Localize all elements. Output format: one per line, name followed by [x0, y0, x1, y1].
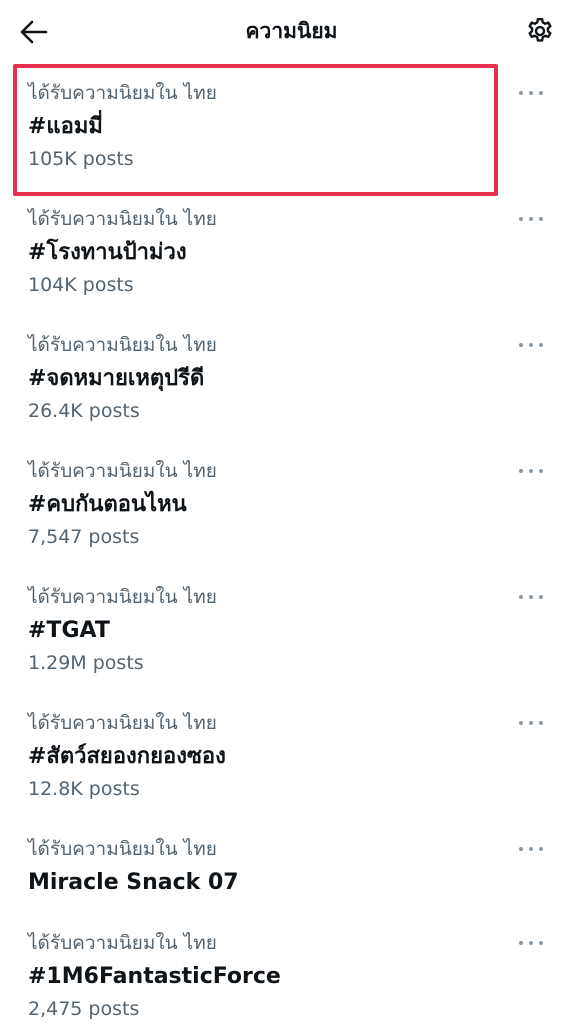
more-dot-icon [539, 595, 543, 599]
more-dot-icon [519, 469, 523, 473]
trend-post-count: 7,547 posts [28, 526, 140, 548]
more-options-button[interactable] [519, 338, 543, 352]
trend-name: #1M6FantasticForce [28, 964, 281, 989]
more-dot-icon [539, 941, 543, 945]
trend-post-count: 105K posts [28, 148, 134, 170]
more-dot-icon [539, 469, 543, 473]
trend-name: #TGAT [28, 618, 110, 643]
more-dot-icon [519, 941, 523, 945]
more-options-button[interactable] [519, 212, 543, 226]
trend-name: #คบกันตอนไหน [28, 492, 187, 517]
page-title: ความนิยม [245, 19, 338, 43]
trend-item[interactable]: ได้รับความนิยมใน ไทย Miracle Snack 07 [0, 818, 583, 912]
more-dot-icon [529, 469, 533, 473]
trend-post-count: 104K posts [28, 274, 134, 296]
more-dot-icon [529, 595, 533, 599]
more-options-button[interactable] [519, 86, 543, 100]
trend-item[interactable]: ได้รับความนิยมใน ไทย #แอมมี่ 105K posts [0, 62, 583, 188]
more-dot-icon [529, 217, 533, 221]
trend-item[interactable]: ได้รับความนิยมใน ไทย #1M6FantasticForce … [0, 912, 583, 1024]
trend-context: ได้รับความนิยมใน ไทย [28, 932, 217, 954]
more-dot-icon [519, 217, 523, 221]
more-dot-icon [519, 847, 523, 851]
more-options-button[interactable] [519, 590, 543, 604]
more-dot-icon [529, 941, 533, 945]
more-dot-icon [519, 343, 523, 347]
trend-post-count: 26.4K posts [28, 400, 140, 422]
trend-item[interactable]: ได้รับความนิยมใน ไทย #โรงทานป้าม่วง 104K… [0, 188, 583, 314]
trend-name: #แอมมี่ [28, 114, 103, 139]
trend-context: ได้รับความนิยมใน ไทย [28, 712, 217, 734]
trend-name: #จดหมายเหตุปรีดี [28, 366, 205, 391]
trend-name: #โรงทานป้าม่วง [28, 240, 187, 265]
trend-post-count: 1.29M posts [28, 652, 144, 674]
trend-context: ได้รับความนิยมใน ไทย [28, 460, 217, 482]
trend-context: ได้รับความนิยมใน ไทย [28, 586, 217, 608]
trend-item[interactable]: ได้รับความนิยมใน ไทย #คบกันตอนไหน 7,547 … [0, 440, 583, 566]
trend-item[interactable]: ได้รับความนิยมใน ไทย #สัตว์สยองกยองซอง 1… [0, 692, 583, 818]
more-dot-icon [539, 721, 543, 725]
trend-name: #สัตว์สยองกยองซอง [28, 744, 226, 769]
settings-button[interactable] [523, 14, 557, 48]
more-dot-icon [529, 721, 533, 725]
more-dot-icon [519, 595, 523, 599]
more-options-button[interactable] [519, 716, 543, 730]
more-dot-icon [529, 847, 533, 851]
trend-item[interactable]: ได้รับความนิยมใน ไทย #จดหมายเหตุปรีดี 26… [0, 314, 583, 440]
trend-item[interactable]: ได้รับความนิยมใน ไทย #TGAT 1.29M posts [0, 566, 583, 692]
trend-context: ได้รับความนิยมใน ไทย [28, 208, 217, 230]
trend-context: ได้รับความนิยมใน ไทย [28, 334, 217, 356]
top-bar: ความนิยม [0, 0, 583, 62]
more-dot-icon [519, 721, 523, 725]
gear-icon [528, 17, 552, 42]
more-dot-icon [529, 91, 533, 95]
more-dot-icon [539, 847, 543, 851]
more-options-button[interactable] [519, 464, 543, 478]
more-dot-icon [539, 217, 543, 221]
trend-context: ได้รับความนิยมใน ไทย [28, 838, 217, 860]
more-dot-icon [529, 343, 533, 347]
trend-name: Miracle Snack 07 [28, 870, 239, 895]
more-dot-icon [539, 343, 543, 347]
more-dot-icon [539, 91, 543, 95]
more-options-button[interactable] [519, 936, 543, 950]
more-dot-icon [519, 91, 523, 95]
more-options-button[interactable] [519, 842, 543, 856]
arrow-left-icon [20, 20, 48, 44]
trend-post-count: 2,475 posts [28, 998, 140, 1020]
trend-post-count: 12.8K posts [28, 778, 140, 800]
back-button[interactable] [18, 16, 50, 48]
trend-context: ได้รับความนิยมใน ไทย [28, 82, 217, 104]
